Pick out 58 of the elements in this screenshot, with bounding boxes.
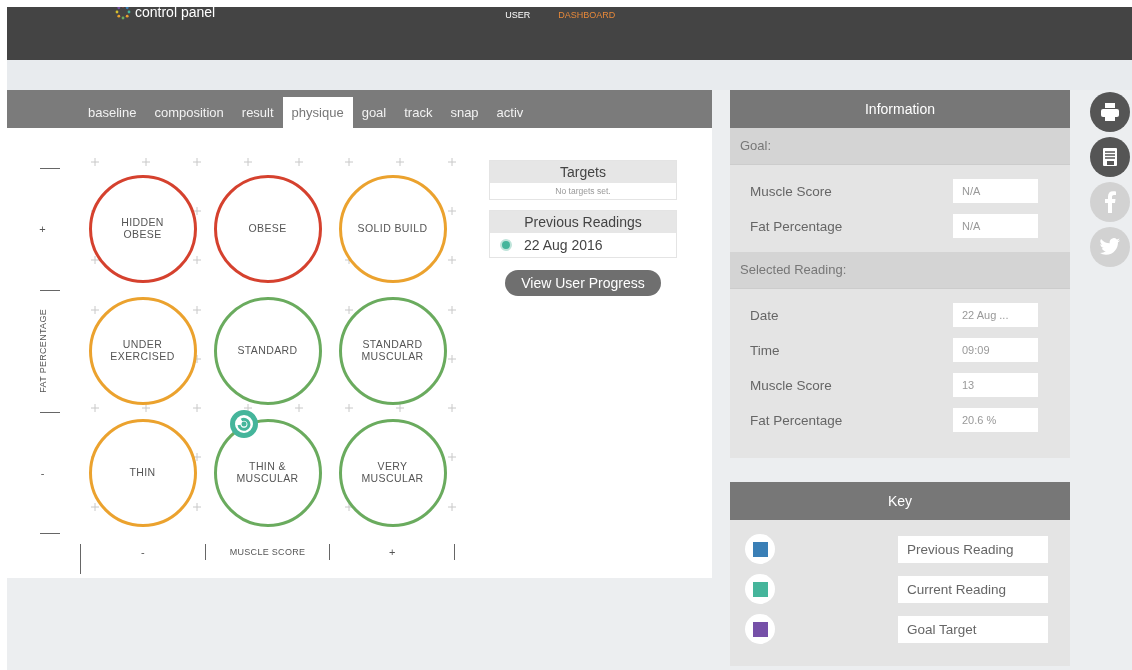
axis-label: - [141,546,145,558]
save-button[interactable] [1090,137,1130,177]
nav-link[interactable]: USER [505,10,531,20]
tab[interactable]: result [232,97,283,128]
panel-title: Information [730,90,1070,128]
tab[interactable]: goal [352,97,396,128]
section-title: Selected Reading: [730,252,1070,289]
field-label: Muscle Score [750,183,832,199]
category-circle[interactable]: OBESE [213,175,322,283]
axis-label: + [388,546,396,558]
category-circle[interactable]: VERY MUSCULAR [338,419,447,527]
axis-label: - [40,467,45,479]
legend-label: Goal Target [898,615,1048,643]
field-label: Fat Percentage [750,218,843,234]
facebook-icon [1103,191,1117,213]
value-field: N/A [953,179,1038,203]
tab[interactable]: composition [145,97,233,128]
radio-button[interactable] [500,239,512,251]
box-title: Previous Readings [490,211,676,233]
value-field: 20.6 % [953,408,1038,432]
field-label: Time [750,342,780,358]
box-title: Targets [490,161,676,183]
category-circle[interactable]: STANDARD [213,297,322,405]
axis-label: + [39,223,46,235]
tab[interactable]: track [395,97,442,128]
category-circle[interactable]: THIN & MUSCULAR [213,419,322,527]
category-circle[interactable]: STANDARD MUSCULAR [338,297,447,405]
value-field: N/A [953,214,1038,238]
printer-icon [1099,101,1121,123]
field-label: Fat Percentage [750,412,843,428]
category-circle[interactable]: SOLID BUILD [338,175,447,283]
reading-date: 22 Aug 2016 [524,237,603,253]
category-circle[interactable]: THIN [88,419,197,527]
print-button[interactable] [1090,92,1130,132]
empty-message: No targets set. [554,185,612,198]
legend-label: Previous Reading [898,535,1048,563]
logo-text: control panel [135,7,216,20]
value-field: 22 Aug ... [953,303,1038,327]
axis-title: MUSCLE SCORE [229,547,306,557]
tab[interactable]: physique [282,97,353,128]
nav-link[interactable]: DASHBOARD [558,10,616,20]
legend-label: Current Reading [898,575,1048,603]
view-progress-button[interactable]: View User Progress [505,270,661,296]
tab[interactable]: snap [441,97,488,128]
dotted-circle-icon [115,7,131,20]
category-circle[interactable]: UNDER EXERCISED [88,297,197,405]
field-label: Muscle Score [750,377,832,393]
category-circle[interactable]: HIDDEN OBESE [88,175,197,283]
field-label: Date [750,307,779,323]
tab[interactable]: activ [487,97,533,128]
axis-title: FAT PERCENTAGE [37,309,48,393]
panel-title: Key [730,482,1070,520]
twitter-icon [1099,237,1121,257]
tab[interactable]: baseline [79,97,146,128]
document-icon [1100,146,1120,168]
value-field: 13 [953,373,1038,397]
value-field: 09:09 [953,338,1038,362]
section-title: Goal: [730,128,1070,165]
